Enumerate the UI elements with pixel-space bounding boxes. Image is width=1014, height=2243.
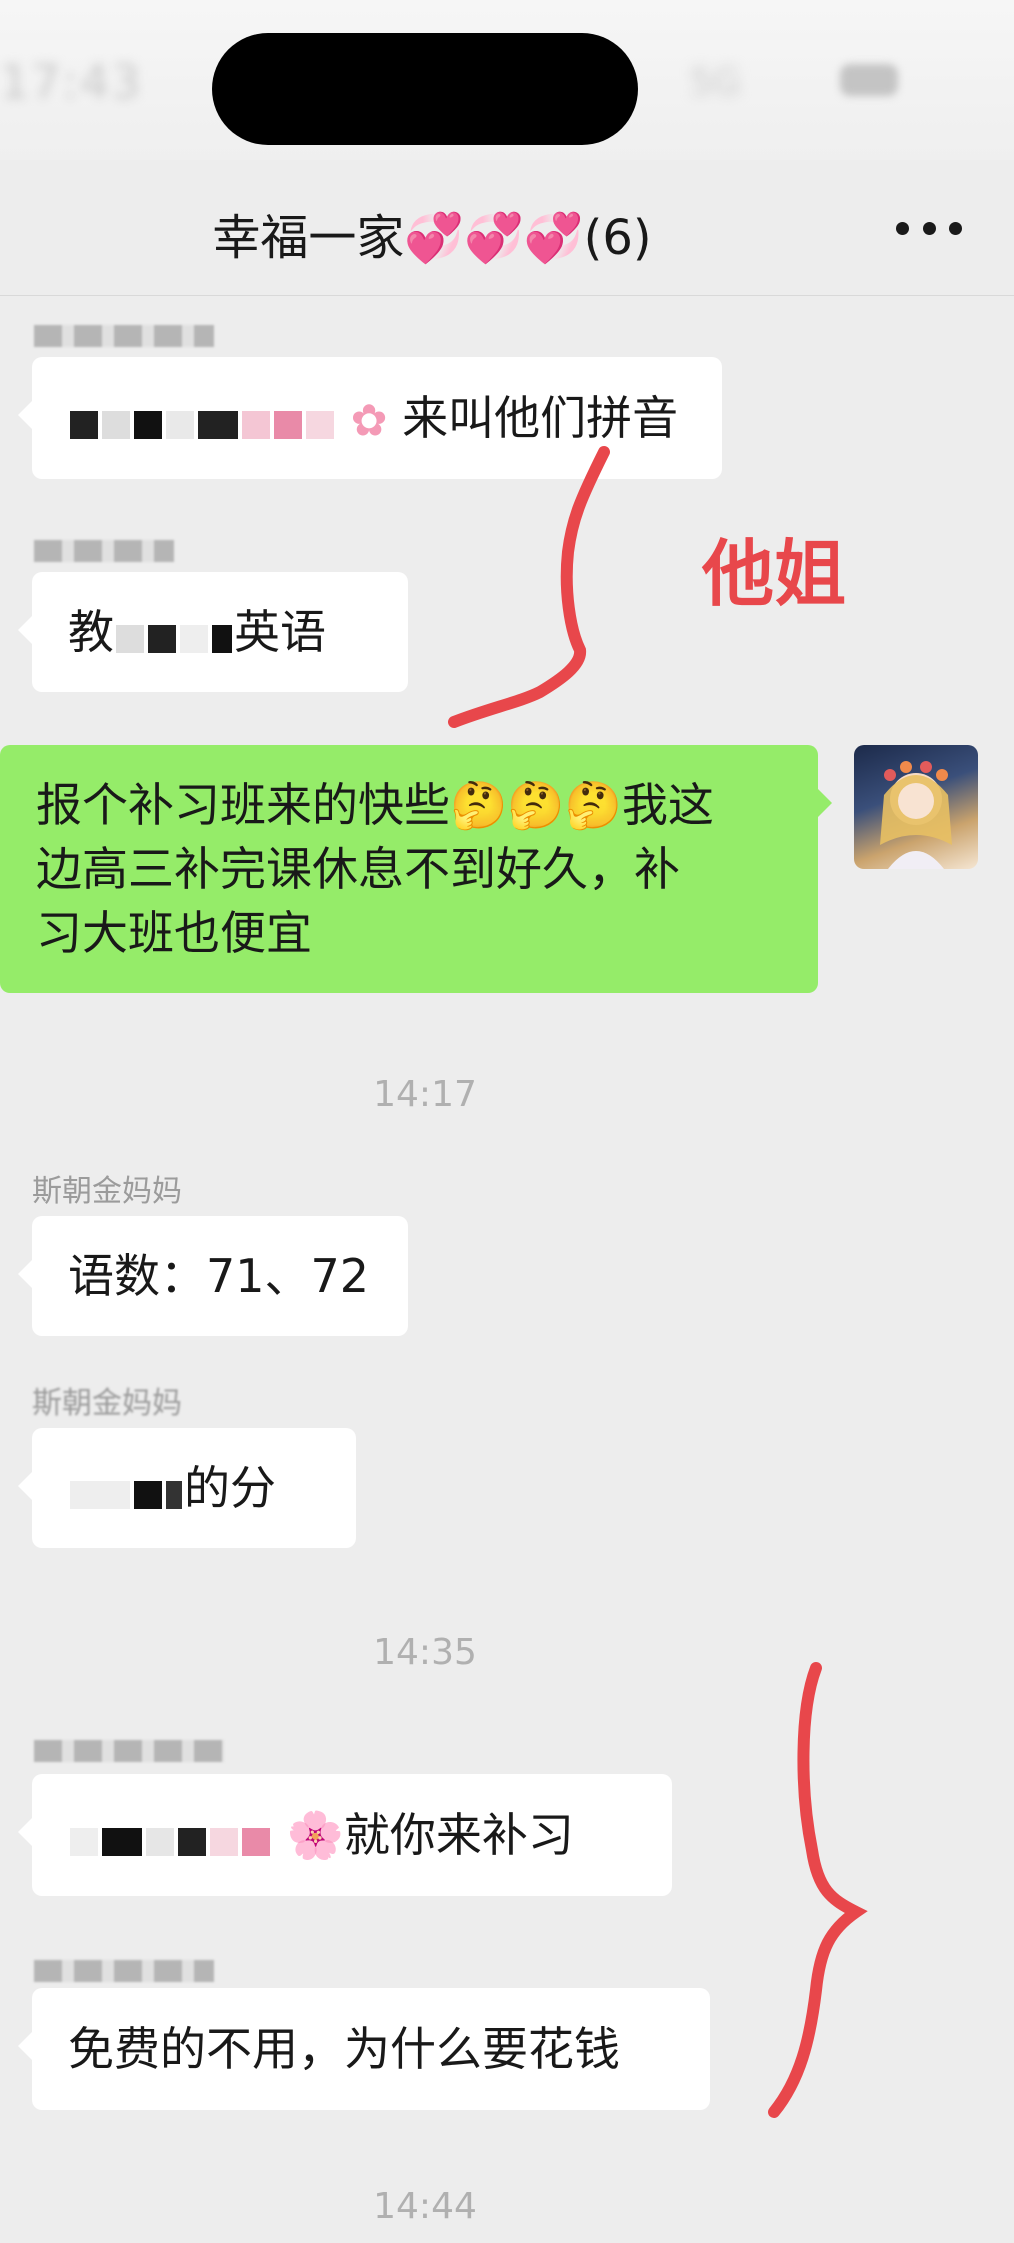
network-indicator: 5G (690, 62, 741, 103)
annotation-brace-curve (768, 1662, 868, 2118)
dot-icon (949, 221, 962, 235)
message-line: 边高三补完课休息不到好久，补 (36, 842, 680, 896)
message-line: 习大班也便宜 (36, 906, 312, 960)
message-text: 🌸就你来补习 (286, 1808, 574, 1862)
message-bubble[interactable]: 语数：71、72 (18, 1216, 408, 1336)
dot-icon (896, 221, 909, 235)
message-text: 的分 (184, 1461, 276, 1515)
avatar-illustration (880, 761, 952, 869)
status-bar: 17:43 5G (0, 0, 1014, 160)
annotation-arrow-stroke (448, 446, 610, 728)
message-text: 免费的不用，为什么要花钱 (68, 2022, 620, 2076)
chat-header: 幸福一家💞💞💞(6) (0, 160, 1014, 296)
redacted-text (68, 1432, 184, 1552)
message-text: 语数：71、72 (68, 1249, 370, 1303)
sender-name-redacted (34, 1740, 224, 1762)
dynamic-island (212, 33, 638, 145)
dot-icon (922, 221, 936, 235)
battery-icon (840, 64, 898, 96)
redacted-text (68, 361, 336, 483)
more-options-button[interactable] (896, 218, 962, 238)
message-line: 报个补习班来的快些🤔🤔🤔我这 (36, 778, 714, 832)
redacted-text (68, 1778, 272, 1900)
timestamp: 14:35 (373, 1632, 477, 1673)
redacted-text (114, 576, 234, 696)
status-time: 17:43 (0, 55, 143, 109)
timestamp: 14:44 (373, 2186, 477, 2227)
timestamp: 14:17 (373, 1074, 477, 1115)
sender-name-redacted (34, 1960, 214, 1982)
message-prefix: 教 (68, 605, 114, 659)
chat-title[interactable]: 幸福一家💞💞💞(6) (0, 198, 1014, 268)
sender-name-redacted (34, 540, 174, 562)
annotation-brace (768, 1662, 868, 2118)
message-text: 来叫他们拼音 (402, 391, 679, 445)
message-bubble[interactable]: 的分 (18, 1428, 356, 1548)
sender-name-redacted (34, 325, 214, 347)
sender-name: 斯朝金妈妈 (32, 1174, 182, 1209)
annotation-curve (448, 446, 610, 728)
message-bubble[interactable]: 教 英语 (18, 572, 408, 692)
flower-icon: ✿ (350, 395, 388, 447)
message-text: 英语 (234, 605, 326, 659)
sender-name: 斯朝金妈妈 (32, 1386, 182, 1421)
annotation-text: 他姐 (702, 532, 847, 616)
my-message-bubble[interactable]: 报个补习班来的快些🤔🤔🤔我这 边高三补完课休息不到好久，补 习大班也便宜 (0, 745, 832, 993)
my-avatar[interactable] (854, 745, 978, 869)
message-bubble[interactable]: 🌸就你来补习 (18, 1774, 672, 1896)
message-bubble[interactable]: 免费的不用，为什么要花钱 (18, 1988, 710, 2110)
annotation-label: 他姐 (702, 515, 846, 620)
